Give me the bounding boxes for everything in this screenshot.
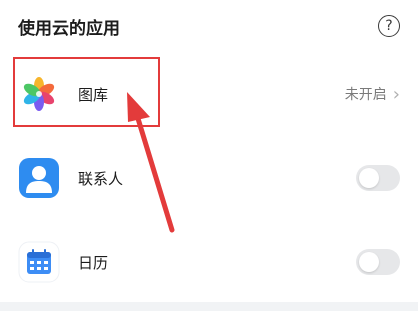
cloud-apps-card: 使用云的应用 ? 图库 未开启 › 联系人 日历 xyxy=(0,0,418,302)
highlight-box xyxy=(13,57,160,127)
app-row-calendar[interactable]: 日历 xyxy=(18,240,400,284)
calendar-icon xyxy=(18,241,60,283)
app-label-contacts: 联系人 xyxy=(78,169,124,188)
toggle-knob xyxy=(359,168,379,188)
section-header: 使用云的应用 ? xyxy=(18,12,400,40)
gallery-status: 未开启 xyxy=(344,87,387,103)
section-title: 使用云的应用 xyxy=(18,18,120,39)
contacts-icon xyxy=(18,157,60,199)
chevron-right-icon: › xyxy=(392,83,400,105)
app-row-contacts[interactable]: 联系人 xyxy=(18,156,400,200)
app-label-calendar: 日历 xyxy=(78,253,109,272)
question-circle-icon[interactable]: ? xyxy=(378,15,400,37)
contacts-sync-toggle[interactable] xyxy=(356,165,400,191)
calendar-sync-toggle[interactable] xyxy=(356,249,400,275)
toggle-knob xyxy=(359,252,379,272)
